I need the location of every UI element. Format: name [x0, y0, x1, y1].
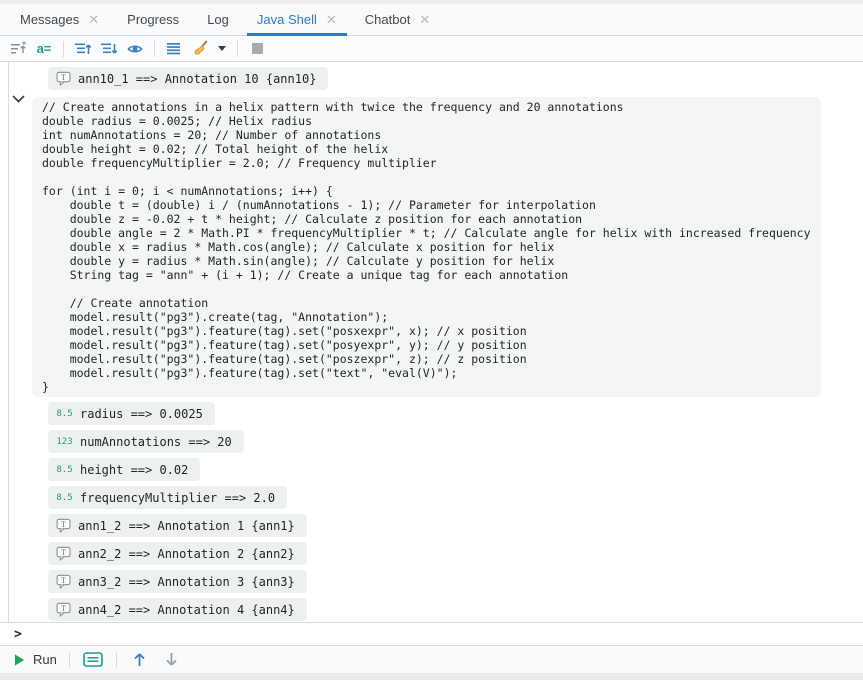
stop-icon[interactable]	[247, 39, 267, 59]
svg-text:T: T	[61, 576, 66, 585]
result-row-numannotations: 123 numAnnotations ==> 20	[48, 430, 244, 453]
panel-left-border	[8, 62, 9, 645]
annotation-bubble-icon: T	[56, 602, 71, 617]
arrow-up-icon[interactable]	[129, 650, 151, 670]
tab-label: Log	[207, 12, 229, 27]
result-row-height: 8.5 height ==> 0.02	[48, 458, 200, 481]
code-line: model.result("pg3").feature(tag).set("po…	[42, 352, 811, 366]
tab-label: Progress	[127, 12, 179, 27]
run-bar: Run	[0, 645, 863, 673]
tab-label: Messages	[20, 12, 79, 27]
broom-clear-icon[interactable]	[190, 39, 210, 59]
code-line: double z = -0.02 + t * height; // Calcul…	[42, 212, 811, 226]
arrow-down-icon[interactable]	[161, 650, 183, 670]
code-line: model.result("pg3").feature(tag).set("po…	[42, 338, 811, 352]
tab-progress[interactable]: Progress	[113, 4, 193, 35]
scroll-lines-down-icon[interactable]	[99, 39, 119, 59]
runbar-separator	[69, 652, 70, 668]
run-button[interactable]: Run	[14, 652, 57, 667]
prompt-symbol: >	[14, 627, 22, 642]
play-icon	[14, 654, 25, 666]
close-icon[interactable]: ✕	[326, 13, 337, 26]
result-text: ann2_2 ==> Annotation 2 {ann2}	[78, 547, 295, 561]
close-icon[interactable]: ✕	[88, 13, 99, 26]
result-row-ann2: T ann2_2 ==> Annotation 2 {ann2}	[48, 542, 307, 565]
code-line: double t = (double) i / (numAnnotations …	[42, 198, 811, 212]
justify-lines-icon[interactable]	[164, 39, 184, 59]
code-line: double x = radius * Math.cos(angle); // …	[42, 240, 811, 254]
results-list: 8.5 radius ==> 0.0025 123 numAnnotations…	[48, 402, 307, 621]
tab-log[interactable]: Log	[193, 4, 243, 35]
show-variables-icon[interactable]: a=	[34, 39, 54, 59]
code-line: model.result("pg3").feature(tag).set("po…	[42, 324, 811, 338]
window-bottom-strip	[0, 673, 863, 680]
annotation-bubble-icon: T	[56, 574, 71, 589]
runbar-separator	[116, 652, 117, 668]
code-line: double angle = 2 * Math.PI * frequencyMu…	[42, 226, 811, 240]
int-type-badge: 123	[56, 437, 73, 447]
result-row-radius: 8.5 radius ==> 0.0025	[48, 402, 215, 425]
code-line: int numAnnotations = 20; // Number of an…	[42, 128, 811, 142]
result-text: radius ==> 0.0025	[80, 407, 203, 421]
eye-icon[interactable]	[125, 39, 145, 59]
svg-text:T: T	[61, 73, 66, 82]
code-line: // Create annotations in a helix pattern…	[42, 100, 811, 114]
console-window-icon[interactable]	[82, 650, 104, 670]
double-type-badge: 8.5	[56, 465, 73, 475]
tab-label: Java Shell	[257, 12, 317, 27]
result-text: ann3_2 ==> Annotation 3 {ann3}	[78, 575, 295, 589]
code-line: }	[42, 380, 811, 394]
console-output-area: T ann10_1 ==> Annotation 10 {ann10} // C…	[0, 62, 863, 622]
code-line: model.result("pg3").feature(tag).set("te…	[42, 366, 811, 380]
code-line: // Create annotation	[42, 296, 811, 310]
code-snippet-block: // Create annotations in a helix pattern…	[32, 97, 821, 397]
annotation-bubble-icon: T	[56, 518, 71, 533]
result-row-frequencymultiplier: 8.5 frequencyMultiplier ==> 2.0	[48, 486, 287, 509]
toolbar-separator	[154, 41, 155, 57]
shell-toolbar: a=	[0, 36, 863, 62]
code-line: double height = 0.02; // Total height of…	[42, 142, 811, 156]
double-type-badge: 8.5	[56, 409, 73, 419]
tab-messages[interactable]: Messages ✕	[6, 4, 113, 35]
code-line	[42, 282, 811, 296]
toolbar-separator	[63, 41, 64, 57]
result-row-ann3: T ann3_2 ==> Annotation 3 {ann3}	[48, 570, 307, 593]
code-line: double radius = 0.0025; // Helix radius	[42, 114, 811, 128]
toolbar-separator	[237, 41, 238, 57]
result-text: numAnnotations ==> 20	[80, 435, 232, 449]
annotation-bubble-icon: T	[56, 546, 71, 561]
result-row-ann1: T ann1_2 ==> Annotation 1 {ann1}	[48, 514, 307, 537]
dropdown-caret-icon[interactable]	[216, 39, 228, 59]
svg-text:T: T	[61, 604, 66, 613]
run-button-label: Run	[33, 652, 57, 667]
close-icon[interactable]: ✕	[419, 13, 430, 26]
result-text: height ==> 0.02	[80, 463, 188, 477]
result-row-ann10: T ann10_1 ==> Annotation 10 {ann10}	[48, 67, 328, 90]
annotation-bubble-icon: T	[56, 71, 71, 86]
tab-bar: Messages ✕ Progress Log Java Shell ✕ Cha…	[0, 4, 863, 36]
code-line: model.result("pg3").create(tag, "Annotat…	[42, 310, 811, 324]
tab-label: Chatbot	[365, 12, 411, 27]
code-line: for (int i = 0; i < numAnnotations; i++)…	[42, 184, 811, 198]
code-line: double y = radius * Math.sin(angle); // …	[42, 254, 811, 268]
svg-text:T: T	[61, 548, 66, 557]
tab-java-shell[interactable]: Java Shell ✕	[243, 4, 351, 35]
tab-chatbot[interactable]: Chatbot ✕	[351, 4, 444, 35]
code-line	[42, 170, 811, 184]
result-text: frequencyMultiplier ==> 2.0	[80, 491, 275, 505]
insert-lines-icon[interactable]	[8, 39, 28, 59]
double-type-badge: 8.5	[56, 493, 73, 503]
result-text: ann10_1 ==> Annotation 10 {ann10}	[78, 72, 316, 86]
console-input[interactable]: >	[0, 622, 863, 645]
scroll-lines-up-icon[interactable]	[73, 39, 93, 59]
result-text: ann4_2 ==> Annotation 4 {ann4}	[78, 603, 295, 617]
result-row-ann4: T ann4_2 ==> Annotation 4 {ann4}	[48, 598, 307, 621]
code-line: String tag = "ann" + (i + 1); // Create …	[42, 268, 811, 282]
variables-glyph: a=	[37, 41, 52, 56]
code-fold-chevron-icon[interactable]	[12, 95, 26, 107]
code-line: double frequencyMultiplier = 2.0; // Fre…	[42, 156, 811, 170]
svg-text:T: T	[61, 520, 66, 529]
result-text: ann1_2 ==> Annotation 1 {ann1}	[78, 519, 295, 533]
